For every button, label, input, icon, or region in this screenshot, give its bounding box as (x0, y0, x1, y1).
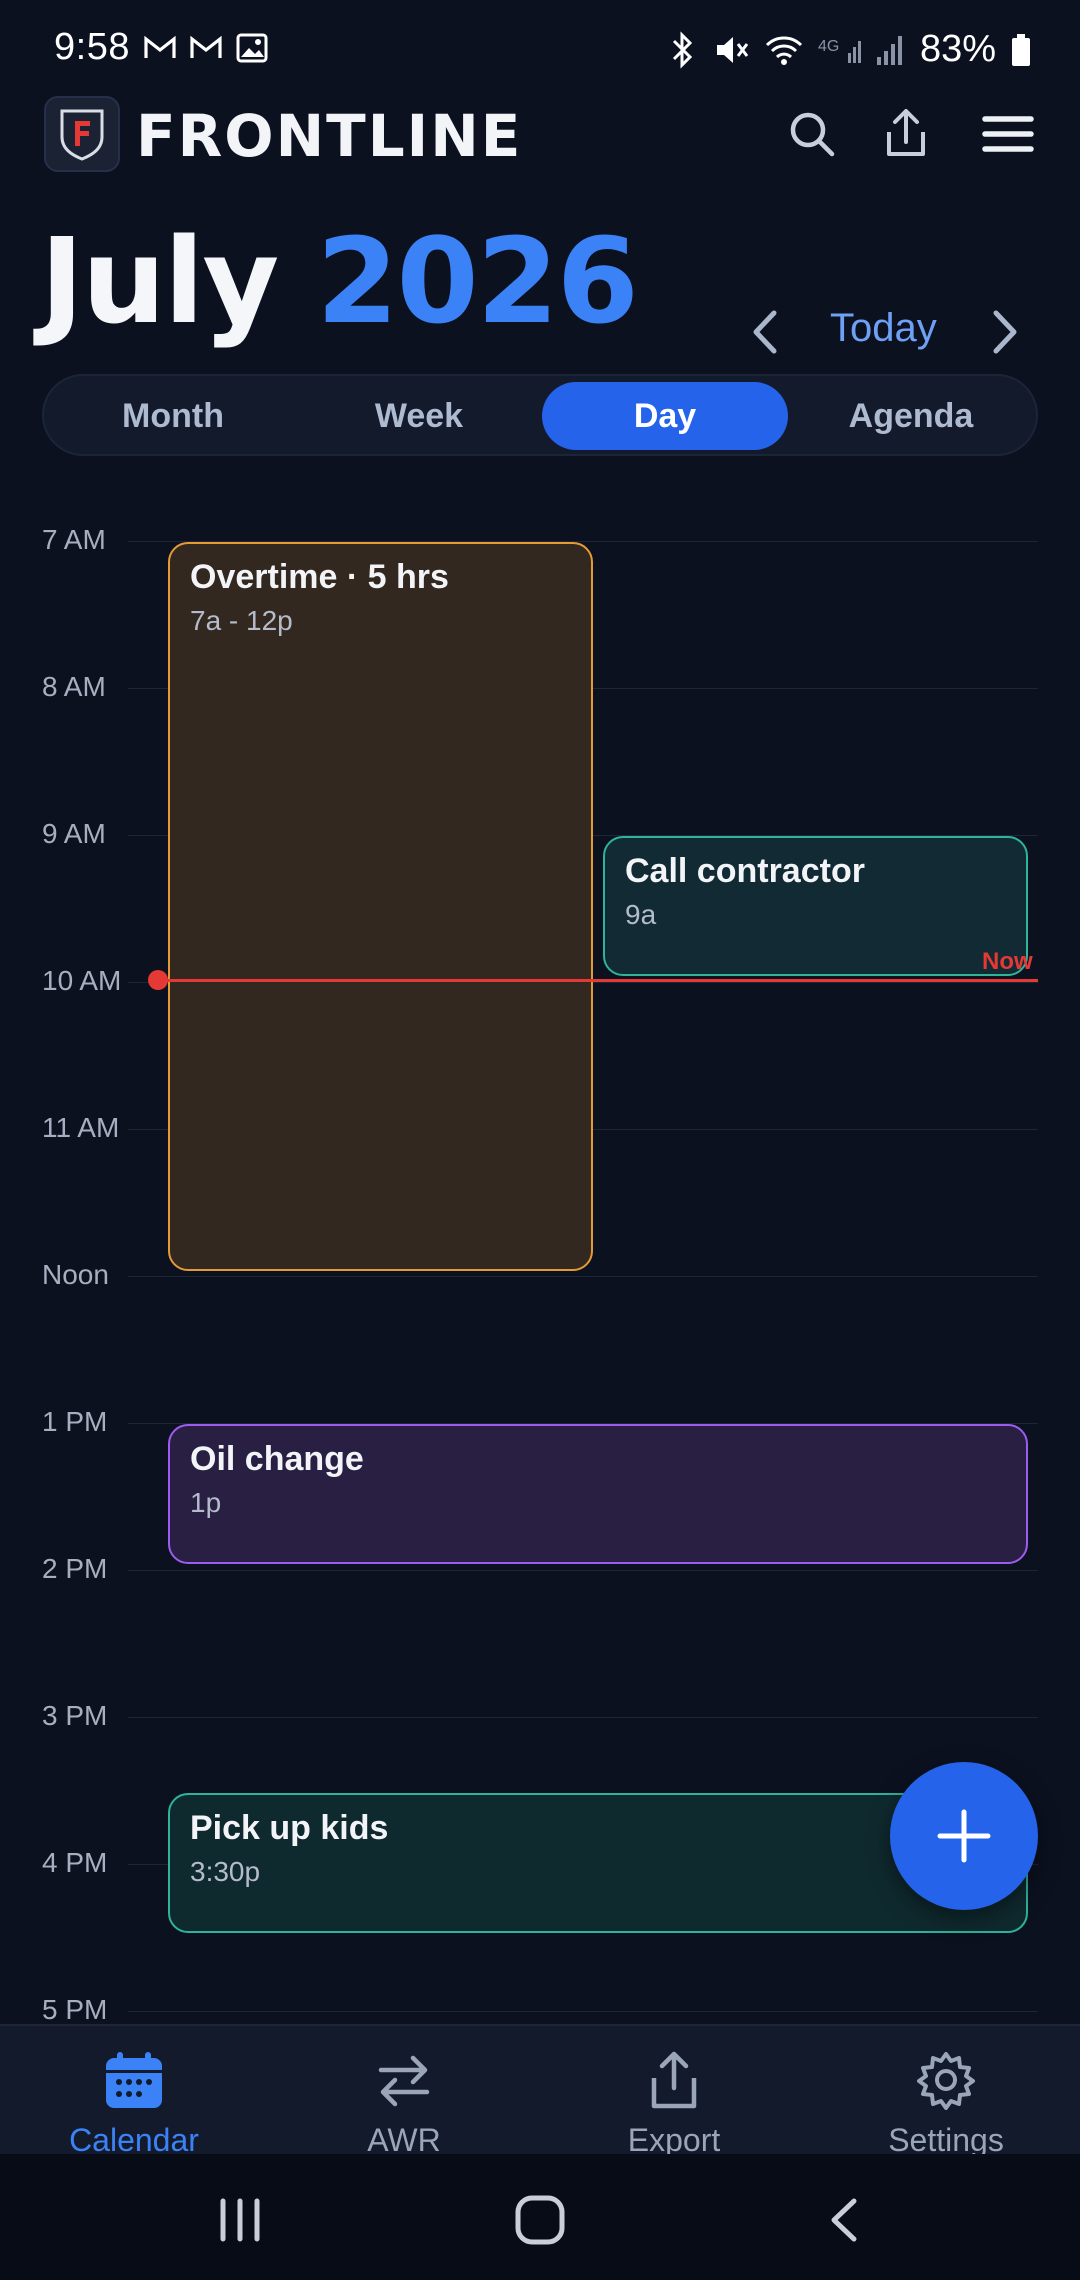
hour-label: 9 AM (42, 818, 106, 849)
app-logo (44, 96, 120, 172)
system-navigation-bar (0, 2154, 1080, 2280)
share-icon (887, 109, 925, 156)
title-year: 2026 (316, 212, 638, 350)
tab-month[interactable]: Month (50, 382, 296, 450)
export-icon (651, 2051, 697, 2109)
event-title: Pick up kids (190, 1809, 389, 1847)
gallery-icon (236, 33, 268, 63)
view-tabs: Month Week Day Agenda (42, 374, 1038, 456)
current-time-dot (148, 970, 168, 990)
hour-label: 7 AM (42, 524, 106, 555)
share-button[interactable] (874, 102, 938, 166)
nav-export[interactable]: Export (564, 2050, 784, 2159)
shield-logo-icon (60, 109, 104, 161)
page-title: July 2026 (40, 212, 639, 350)
app-brand: FRONTLINE (136, 102, 523, 170)
hour-label: 2 PM (42, 1553, 108, 1584)
hour-gridline (128, 1276, 1038, 1277)
app-header: FRONTLINE (0, 96, 1080, 196)
hour-label: 1 PM (42, 1406, 108, 1437)
hour-gridline (128, 1570, 1038, 1571)
gear-icon (917, 2052, 975, 2110)
system-icons: 4G 83% (668, 28, 1032, 71)
hour-label: Noon (42, 1259, 109, 1290)
current-time-line (158, 979, 1038, 982)
today-button[interactable]: Today (830, 306, 937, 351)
gmail-icon (144, 35, 176, 58)
bottom-navigation: Calendar AWR Export Settings (0, 2024, 1080, 2158)
chevron-left-icon (753, 310, 777, 354)
search-button[interactable] (780, 102, 844, 166)
hour-label: 3 PM (42, 1700, 108, 1731)
event-title: Overtime · 5 hrs (190, 558, 449, 596)
home-button[interactable] (510, 2190, 570, 2250)
hamburger-menu-icon (982, 116, 1034, 152)
tab-day[interactable]: Day (542, 382, 788, 450)
wifi-icon (765, 35, 802, 65)
swap-icon (378, 2055, 430, 2107)
chevron-right-icon (993, 310, 1017, 354)
current-time-label: Now (982, 948, 1033, 975)
home-icon (515, 2195, 565, 2245)
mute-icon (716, 36, 749, 63)
next-day-button[interactable] (980, 300, 1030, 364)
event-call-contractor[interactable]: Call contractor 9a (603, 836, 1028, 976)
event-time: 9a (625, 899, 657, 930)
battery-icon (1012, 33, 1030, 66)
event-overtime[interactable]: Overtime · 5 hrs 7a - 12p (168, 542, 593, 1271)
status-time: 9:58 (54, 26, 130, 68)
nav-awr[interactable]: AWR (294, 2050, 514, 2159)
plus-icon (937, 1809, 991, 1863)
hour-label: 4 PM (42, 1847, 108, 1878)
svg-text:4G: 4G (818, 38, 839, 55)
previous-day-button[interactable] (740, 300, 790, 364)
back-icon (831, 2198, 857, 2242)
notification-icons (142, 30, 270, 66)
status-bar: 9:58 4G 83% (0, 0, 1080, 96)
battery-percent: 83% (919, 28, 996, 70)
event-time: 1p (190, 1487, 222, 1518)
signal-icon (876, 35, 902, 65)
tab-week[interactable]: Week (296, 382, 542, 450)
event-title: Oil change (190, 1440, 364, 1478)
back-button[interactable] (814, 2190, 874, 2250)
event-time: 7a - 12p (190, 605, 293, 636)
hour-label: 5 PM (42, 1994, 108, 2025)
event-time: 3:30p (190, 1856, 261, 1887)
gmail-icon (190, 35, 222, 58)
recent-apps-icon (220, 2198, 260, 2242)
title-month: July (40, 212, 279, 350)
recent-apps-button[interactable] (210, 2190, 270, 2250)
add-event-button[interactable] (890, 1762, 1038, 1910)
search-icon (790, 112, 835, 157)
tab-agenda[interactable]: Agenda (788, 382, 1034, 450)
hour-label: 11 AM (42, 1112, 120, 1143)
hour-gridline (128, 1717, 1038, 1718)
nav-settings[interactable]: Settings (836, 2050, 1056, 2159)
calendar-icon (106, 2052, 162, 2108)
event-title: Call contractor (625, 852, 865, 890)
bluetooth-icon (672, 30, 693, 69)
hour-label: 8 AM (42, 671, 106, 702)
event-oil-change[interactable]: Oil change 1p (168, 1424, 1028, 1564)
hour-gridline (128, 2011, 1038, 2012)
hour-label: 10 AM (42, 965, 122, 996)
nav-calendar[interactable]: Calendar (24, 2050, 244, 2159)
network-4g-icon: 4G (818, 38, 861, 63)
menu-button[interactable] (976, 102, 1040, 166)
